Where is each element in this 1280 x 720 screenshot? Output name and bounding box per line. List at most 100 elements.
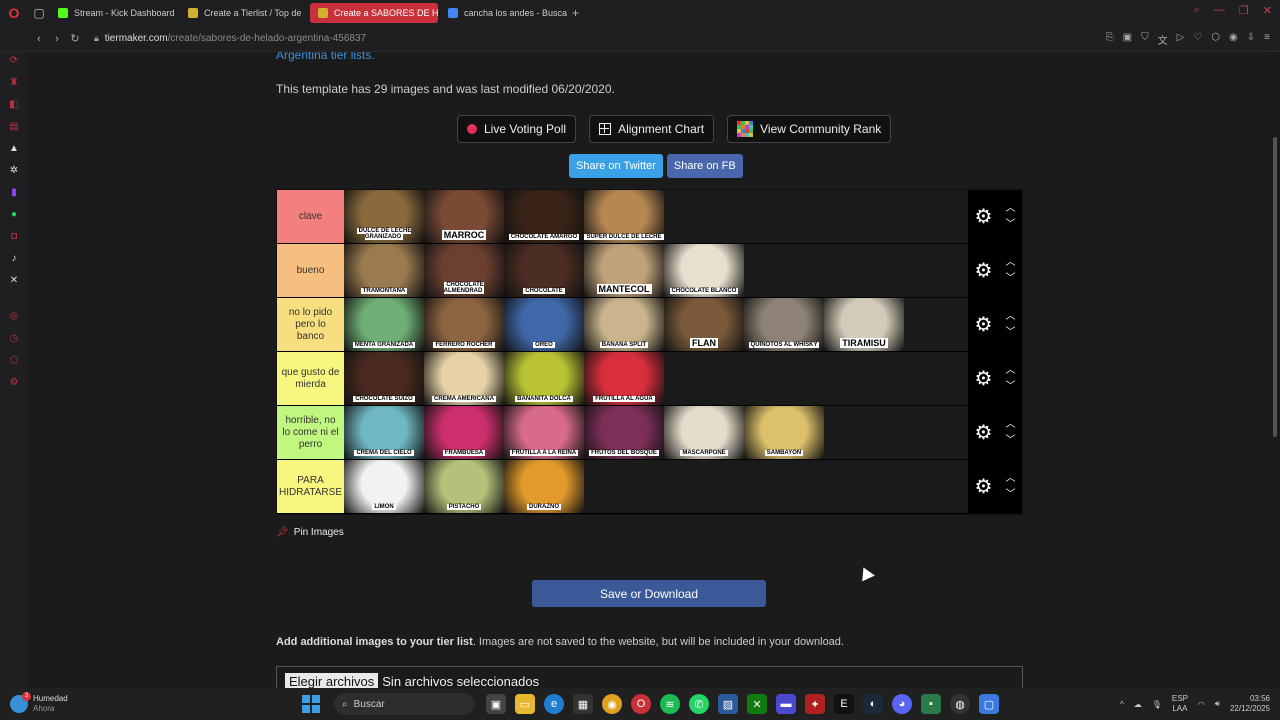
whatsapp-icon[interactable]: ● (7, 208, 21, 222)
tier-item-image[interactable]: MASCARPONE (664, 406, 744, 459)
reload-icon[interactable]: ↻ (66, 32, 84, 45)
argentina-tier-lists-link[interactable]: Argentina tier lists. (276, 52, 375, 62)
back-icon[interactable]: ‹ (30, 33, 48, 45)
volume-icon[interactable]: 🔊︎ (1215, 699, 1220, 709)
chatgpt-icon[interactable]: ✲ (7, 164, 21, 178)
download-icon[interactable]: ⇩ (1247, 32, 1255, 47)
browser-tab[interactable]: Create a Tierlist / Top de (180, 3, 308, 23)
chrome-icon[interactable]: ◉ (602, 694, 622, 714)
choose-files-button[interactable]: Elegir archivos (285, 672, 379, 688)
tier-label[interactable]: bueno (277, 244, 344, 297)
tier-item-image[interactable]: FRUTOS DEL BOSQUE (584, 406, 664, 459)
scrollbar-thumb[interactable] (1273, 137, 1277, 437)
new-tab-button[interactable]: + (572, 6, 579, 20)
move-tier-down-icon[interactable]: ﹀ (1005, 381, 1015, 392)
tier-settings-gear-icon[interactable]: ⚙ (975, 366, 993, 391)
move-tier-down-icon[interactable]: ﹀ (1005, 273, 1015, 284)
browser-tab[interactable]: cancha los andes - Busca (440, 3, 568, 23)
save-or-download-button[interactable]: Save or Download (532, 580, 766, 607)
tier-item-image[interactable]: LIMON (344, 460, 424, 513)
move-tier-up-icon[interactable]: ︿ (1005, 419, 1015, 430)
page-scrollbar[interactable] (1270, 52, 1280, 688)
photos-icon[interactable]: ▨ (718, 694, 738, 714)
close-window-icon[interactable]: ✕ (1263, 4, 1272, 17)
tier-item-image[interactable]: BANANITA DOLCA (504, 352, 584, 405)
tier-item-image[interactable]: FRAMBUESA (424, 406, 504, 459)
tier-item-image[interactable]: SAMBAYON (744, 406, 824, 459)
extensions-icon[interactable]: ⬡ (1211, 32, 1220, 47)
pinboard-icon[interactable]: ⬠ (7, 354, 21, 368)
taskbar-search[interactable]: ⌕ Buscar (334, 693, 474, 715)
move-tier-down-icon[interactable]: ﹀ (1005, 435, 1015, 446)
tier-item-image[interactable]: CHOCOLATE (504, 244, 584, 297)
browser-tab[interactable]: Stream - Kick Dashboard (50, 3, 178, 23)
epic-games-icon[interactable]: E (834, 694, 854, 714)
profile-avatar[interactable]: ◉ (1229, 32, 1238, 47)
store-icon[interactable]: ▦ (573, 694, 593, 714)
file-explorer-icon[interactable]: ▭ (515, 694, 535, 714)
tier-settings-gear-icon[interactable]: ⚙ (975, 474, 993, 499)
tab-overview-icon[interactable]: ▢ (28, 6, 50, 20)
minimize-icon[interactable]: — (1214, 4, 1225, 17)
tier-item-image[interactable]: QUINOTOS AL WHISKY (744, 298, 824, 351)
share-fb-button[interactable]: Share on FB (666, 154, 743, 178)
xbox-icon[interactable]: ✕ (747, 694, 767, 714)
opera-logo-icon[interactable]: O (0, 5, 28, 21)
heart-icon[interactable]: ♡ (1193, 32, 1202, 47)
tier-item-image[interactable]: BANANA SPLIT (584, 298, 664, 351)
opera-taskbar-icon[interactable]: O (631, 694, 651, 714)
bookmark-icon[interactable]: ⎘ (1106, 32, 1114, 47)
tier-item-image[interactable]: DULCE DE LECHE GRANIZADO (344, 190, 424, 243)
move-tier-up-icon[interactable]: ︿ (1005, 311, 1015, 322)
snapshot-icon[interactable]: ▣ (1123, 32, 1132, 47)
riot-icon[interactable]: ✦ (805, 694, 825, 714)
move-tier-down-icon[interactable]: ﹀ (1005, 327, 1015, 338)
tier-item-image[interactable]: FRUTILLA A LA REINA (504, 406, 584, 459)
view-community-rank-button[interactable]: View Community Rank (727, 115, 892, 143)
move-tier-up-icon[interactable]: ︿ (1005, 473, 1015, 484)
history-icon[interactable]: ◷ (7, 332, 21, 346)
tier-item-image[interactable]: TRAMONTANA (344, 244, 424, 297)
kick-app-icon[interactable]: ▪ (921, 694, 941, 714)
tier-item-image[interactable]: MENTA GRANIZADA (344, 298, 424, 351)
language-indicator[interactable]: ESP LAA (1172, 694, 1188, 714)
pin-images-toggle[interactable]: 📌︎ Pin Images (276, 527, 344, 538)
tiktok-icon[interactable]: ♪ (7, 252, 21, 266)
tier-label[interactable]: PARA HIDRATARSE (277, 460, 344, 513)
tier-settings-gear-icon[interactable]: ⚙ (975, 204, 993, 229)
wifi-icon[interactable]: ◠ (1198, 700, 1205, 709)
tier-settings-gear-icon[interactable]: ⚙ (975, 258, 993, 283)
obs-icon[interactable]: ◍ (950, 694, 970, 714)
move-tier-down-icon[interactable]: ﹀ (1005, 489, 1015, 500)
move-tier-up-icon[interactable]: ︿ (1005, 257, 1015, 268)
tray-chevron-icon[interactable]: ^ (1120, 700, 1124, 709)
whatsapp-taskbar-icon[interactable]: ✆ (689, 694, 709, 714)
x-icon[interactable]: ✕ (7, 274, 21, 288)
tier-label[interactable]: no lo pido pero lo banco (277, 298, 344, 351)
steam-icon[interactable]: ◐ (863, 694, 883, 714)
player-icon[interactable]: ▷ (1177, 32, 1185, 47)
menu-icon[interactable]: ≡ (1264, 32, 1270, 47)
tier-settings-gear-icon[interactable]: ⚙ (975, 312, 993, 337)
tier-label[interactable]: clave (277, 190, 344, 243)
discord-icon[interactable]: ◕ (892, 694, 912, 714)
box-icon[interactable]: ◧ (7, 98, 21, 112)
tier-item-image[interactable]: CHOCOLATE BLANCO (664, 244, 744, 297)
onedrive-icon[interactable]: ☁ (1134, 700, 1142, 709)
windows-start-icon[interactable] (302, 695, 320, 713)
tier-label[interactable]: horrible, no lo come ni el perro (277, 406, 344, 459)
tier-item-image[interactable]: TIRAMISU (824, 298, 904, 351)
tier-label[interactable]: que gusto de mierda (277, 352, 344, 405)
task-view-icon[interactable]: ▣ (486, 694, 506, 714)
move-tier-up-icon[interactable]: ︿ (1005, 365, 1015, 376)
tier-item-image[interactable]: CHOCOLATE AMARGO (504, 190, 584, 243)
bag-icon[interactable]: ♜ (7, 76, 21, 90)
tier-item-image[interactable]: CREMA AMERICANA (424, 352, 504, 405)
forward-icon[interactable]: › (48, 33, 66, 45)
spotify-icon[interactable]: ≋ (660, 694, 680, 714)
tier-item-image[interactable]: PISTACHO (424, 460, 504, 513)
browser-tab[interactable]: Create a SABORES DE HE (310, 3, 438, 23)
tier-item-image[interactable]: FLAN (664, 298, 744, 351)
move-tier-down-icon[interactable]: ﹀ (1005, 219, 1015, 230)
translate-icon[interactable]: 文 (1158, 32, 1168, 47)
